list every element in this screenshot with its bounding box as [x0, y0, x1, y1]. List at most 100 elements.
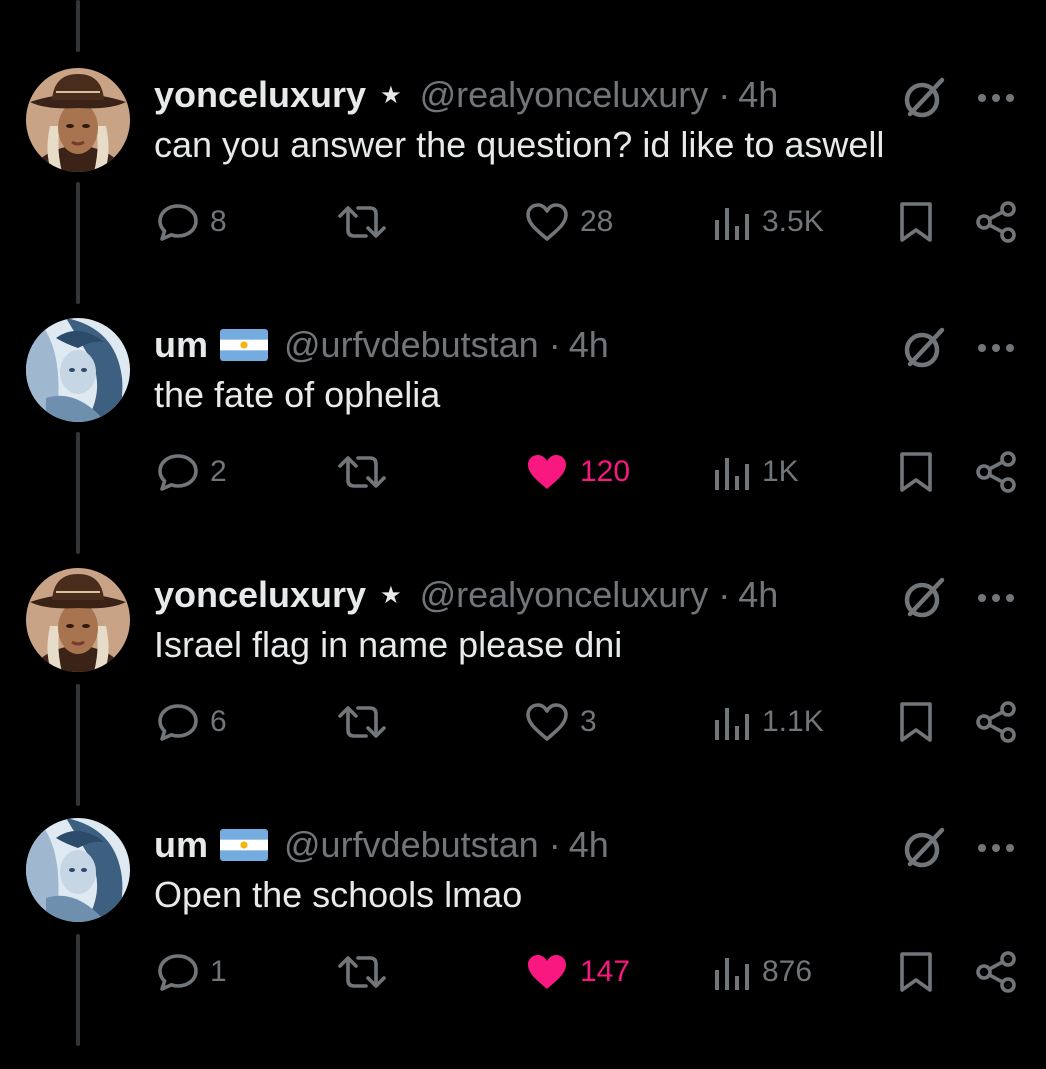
- tweet[interactable]: yonceluxury ★ @realyonceluxury · 4h Isra…: [0, 568, 1046, 819]
- views-button[interactable]: 876: [712, 950, 812, 994]
- display-name[interactable]: yonceluxury: [154, 74, 366, 116]
- like-button[interactable]: 28: [524, 200, 613, 244]
- heart-outline-icon: [526, 703, 568, 741]
- more-options-icon[interactable]: [972, 574, 1020, 622]
- retweet-button[interactable]: [336, 450, 388, 494]
- reply-count: 1: [210, 955, 227, 988]
- bookmark-icon: [900, 452, 932, 492]
- share-button[interactable]: [974, 950, 1018, 994]
- heart-filled-icon: [528, 455, 566, 489]
- retweet-button[interactable]: [336, 950, 388, 994]
- share-icon: [976, 201, 1016, 243]
- bookmark-icon: [900, 202, 932, 242]
- more-options-icon[interactable]: [972, 824, 1020, 872]
- user-handle[interactable]: @urfvdebutstan: [284, 324, 539, 366]
- view-count: 1.1K: [762, 705, 824, 738]
- reply-button[interactable]: 2: [156, 450, 227, 494]
- like-count: 147: [580, 955, 631, 988]
- argentina-flag-icon: [220, 329, 268, 361]
- star-badge: ★: [380, 581, 402, 609]
- grok-icon[interactable]: [900, 824, 948, 872]
- share-icon: [976, 951, 1016, 993]
- bookmark-button[interactable]: [896, 950, 936, 994]
- reply-icon: [158, 954, 198, 991]
- like-button[interactable]: 147: [524, 950, 630, 994]
- avatar[interactable]: [26, 568, 130, 672]
- more-options-icon[interactable]: [972, 74, 1020, 122]
- star-badge: ★: [380, 81, 402, 109]
- share-icon: [976, 701, 1016, 743]
- tweet-text: Open the schools lmao: [154, 874, 523, 915]
- user-handle[interactable]: @urfvdebutstan: [284, 824, 539, 866]
- retweet-icon: [338, 956, 386, 988]
- action-bar: 1 147 876: [0, 950, 1046, 994]
- timestamp[interactable]: 4h: [569, 824, 609, 866]
- separator-dot: ·: [718, 74, 731, 115]
- like-button[interactable]: 3: [524, 700, 597, 744]
- bookmark-button[interactable]: [896, 450, 936, 494]
- avatar[interactable]: [26, 68, 130, 172]
- views-button[interactable]: 1.1K: [712, 700, 824, 744]
- user-handle[interactable]: @realyonceluxury: [420, 574, 709, 616]
- share-icon: [976, 451, 1016, 493]
- heart-outline-icon: [526, 203, 568, 241]
- share-button[interactable]: [974, 200, 1018, 244]
- avatar[interactable]: [26, 318, 130, 422]
- retweet-icon: [338, 206, 386, 238]
- grok-icon[interactable]: [900, 324, 948, 372]
- like-count: 120: [580, 455, 631, 488]
- reply-icon: [158, 454, 198, 491]
- action-bar: 6 3 1.1K: [0, 700, 1046, 744]
- tweet-header: yonceluxury ★ @realyonceluxury · 4h: [154, 572, 778, 618]
- action-bar: 8 28 3.5K: [0, 200, 1046, 244]
- display-name[interactable]: um: [154, 324, 208, 366]
- like-count: 28: [580, 205, 614, 238]
- views-button[interactable]: 1K: [712, 450, 799, 494]
- view-count: 3.5K: [762, 205, 824, 238]
- separator-dot: ·: [548, 324, 561, 365]
- timestamp[interactable]: 4h: [738, 74, 778, 116]
- like-button[interactable]: 120: [524, 450, 630, 494]
- bookmark-icon: [900, 702, 932, 742]
- reply-button[interactable]: 8: [156, 200, 227, 244]
- user-handle[interactable]: @realyonceluxury: [420, 74, 709, 116]
- grok-icon[interactable]: [900, 574, 948, 622]
- more-options-icon[interactable]: [972, 324, 1020, 372]
- retweet-icon: [338, 706, 386, 738]
- retweet-icon: [338, 456, 386, 488]
- tweet[interactable]: um @urfvdebutstan · 4h: [0, 318, 1046, 569]
- timestamp[interactable]: 4h: [738, 574, 778, 616]
- reply-button[interactable]: 1: [156, 950, 227, 994]
- views-button[interactable]: 3.5K: [712, 200, 824, 244]
- bookmark-button[interactable]: [896, 200, 936, 244]
- share-button[interactable]: [974, 700, 1018, 744]
- retweet-button[interactable]: [336, 700, 388, 744]
- tweet-text: Israel flag in name please dni: [154, 624, 623, 665]
- views-chart-icon: [715, 958, 749, 990]
- retweet-button[interactable]: [336, 200, 388, 244]
- thread-line: [76, 0, 80, 52]
- tweet[interactable]: um @urfvdebutstan · 4h: [0, 818, 1046, 1069]
- timestamp[interactable]: 4h: [569, 324, 609, 366]
- display-name[interactable]: um: [154, 824, 208, 866]
- view-count: 876: [762, 955, 813, 988]
- views-chart-icon: [715, 708, 749, 740]
- argentina-flag-icon: [220, 829, 268, 861]
- tweet-header: um @urfvdebutstan · 4h: [154, 322, 609, 368]
- bookmark-button[interactable]: [896, 700, 936, 744]
- reply-count: 2: [210, 455, 227, 488]
- like-count: 3: [580, 705, 597, 738]
- display-name[interactable]: yonceluxury: [154, 574, 366, 616]
- tweet-header: um @urfvdebutstan · 4h: [154, 822, 609, 868]
- reply-button[interactable]: 6: [156, 700, 227, 744]
- avatar[interactable]: [26, 818, 130, 922]
- tweet-text: can you answer the question? id like to …: [154, 124, 885, 165]
- tweet-text: the fate of ophelia: [154, 374, 441, 415]
- heart-filled-icon: [528, 955, 566, 989]
- tweet[interactable]: yonceluxury ★ @realyonceluxury · 4h can …: [0, 68, 1046, 319]
- reply-count: 6: [210, 705, 227, 738]
- share-button[interactable]: [974, 450, 1018, 494]
- action-bar: 2 120 1K: [0, 450, 1046, 494]
- grok-icon[interactable]: [900, 74, 948, 122]
- bookmark-icon: [900, 952, 932, 992]
